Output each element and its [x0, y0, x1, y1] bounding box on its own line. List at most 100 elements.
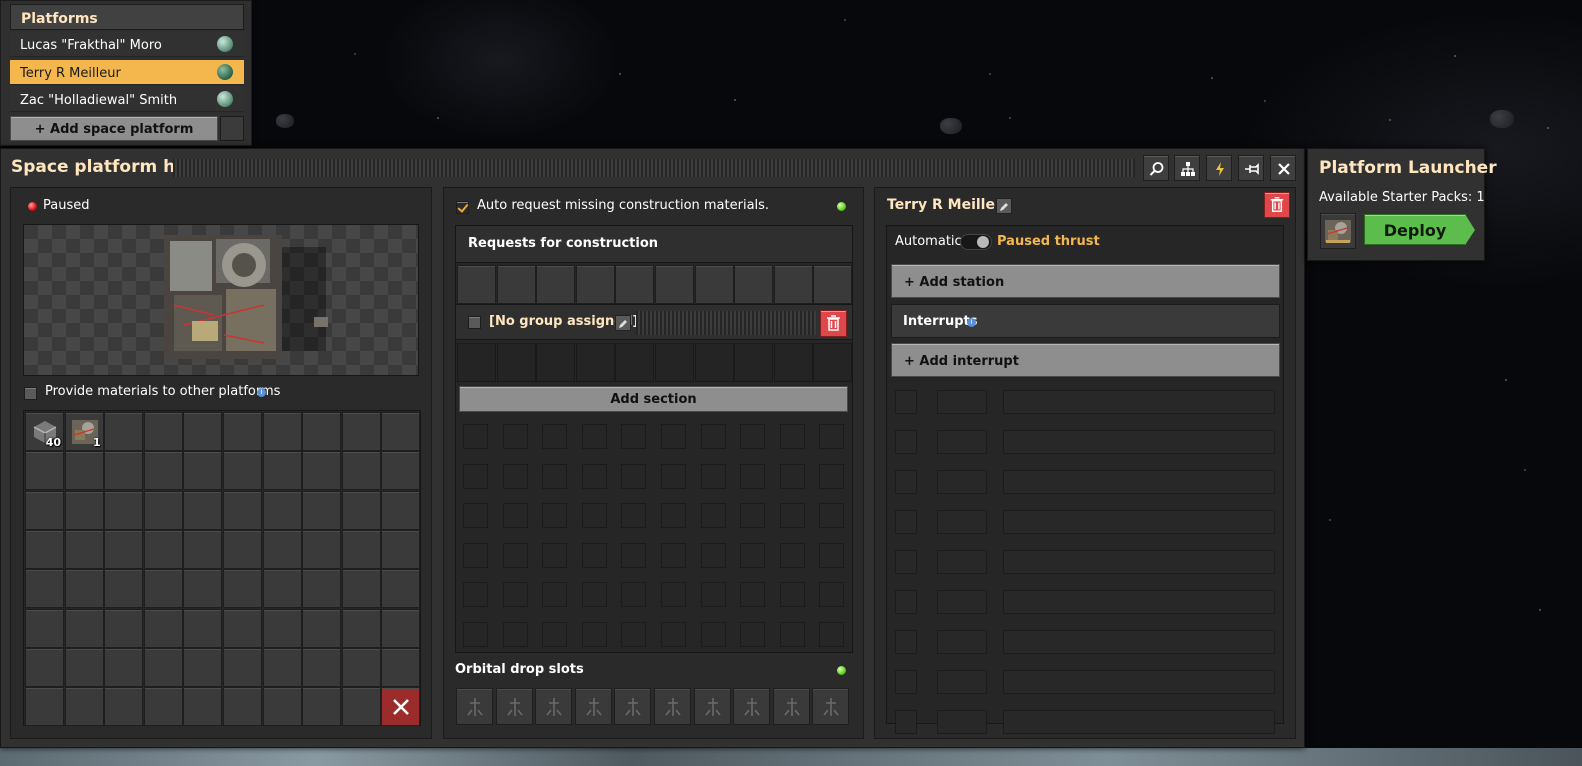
inventory-slot[interactable]	[25, 451, 64, 491]
pin-button[interactable]	[1238, 155, 1264, 181]
inventory-slot[interactable]	[64, 529, 104, 569]
inventory-slot[interactable]	[302, 490, 342, 530]
inventory-slot[interactable]	[143, 412, 183, 451]
inventory-slot[interactable]	[302, 451, 342, 491]
request-slot[interactable]	[694, 265, 734, 304]
tech-tree-button[interactable]	[1174, 155, 1200, 181]
inventory-slot[interactable]	[381, 529, 421, 569]
inventory-slot[interactable]	[183, 451, 223, 491]
power-button[interactable]	[1206, 155, 1232, 181]
inventory-slot[interactable]	[104, 490, 144, 530]
inventory-slot[interactable]	[381, 412, 421, 451]
inventory-slot[interactable]	[143, 451, 183, 491]
inventory-slot[interactable]	[104, 529, 144, 569]
trash-slot[interactable]	[381, 687, 421, 727]
inventory-slot[interactable]	[381, 490, 421, 530]
request-slot[interactable]	[813, 265, 853, 304]
inventory-slot[interactable]	[25, 647, 64, 687]
inventory-slot[interactable]	[25, 490, 64, 530]
section-request-slot[interactable]	[575, 343, 615, 382]
request-slot[interactable]	[457, 265, 496, 304]
inventory-slot[interactable]	[183, 529, 223, 569]
inventory-slot[interactable]	[302, 412, 342, 451]
inventory-slot[interactable]	[64, 569, 104, 609]
inventory-slot[interactable]	[223, 569, 262, 609]
request-slot[interactable]	[575, 265, 615, 304]
starter-pack-slot[interactable]	[1320, 213, 1356, 249]
inventory-slot[interactable]	[341, 647, 381, 687]
add-space-platform-button[interactable]: + Add space platform	[10, 116, 218, 141]
inventory-slot[interactable]	[262, 451, 302, 491]
inventory-slot[interactable]: 40	[25, 412, 64, 451]
add-interrupt-button[interactable]: + Add interrupt	[891, 343, 1280, 377]
section-request-slot[interactable]	[496, 343, 536, 382]
inventory-slot[interactable]	[341, 608, 381, 648]
section-request-slot[interactable]	[813, 343, 853, 382]
platform-item-selected[interactable]: Terry R Meilleur	[10, 60, 244, 85]
inventory-slot[interactable]	[64, 608, 104, 648]
orbital-drop-slot[interactable]	[535, 688, 573, 725]
add-platform-options-button[interactable]	[220, 116, 244, 141]
inventory-slot[interactable]	[25, 687, 64, 727]
inventory-slot[interactable]	[262, 412, 302, 451]
inventory-slot[interactable]	[302, 647, 342, 687]
inventory-slot[interactable]	[341, 451, 381, 491]
inventory-slot[interactable]	[381, 608, 421, 648]
inventory-slot[interactable]	[381, 569, 421, 609]
add-station-button[interactable]: + Add station	[891, 264, 1280, 298]
search-button[interactable]	[1143, 155, 1169, 181]
provide-materials-checkbox[interactable]	[24, 387, 37, 400]
section-request-slot[interactable]	[536, 343, 576, 382]
inventory-slot[interactable]	[302, 569, 342, 609]
inventory-slot[interactable]	[341, 687, 381, 727]
window-drag-handle[interactable]	[173, 159, 1135, 177]
inventory-slot[interactable]	[341, 490, 381, 530]
inventory-slot[interactable]	[341, 569, 381, 609]
inventory-slot[interactable]	[223, 687, 262, 727]
request-slot[interactable]	[496, 265, 536, 304]
inventory-slot[interactable]	[223, 529, 262, 569]
request-slot[interactable]	[615, 265, 655, 304]
inventory-slot[interactable]	[25, 529, 64, 569]
inventory-slot[interactable]	[64, 451, 104, 491]
inventory-slot[interactable]	[341, 529, 381, 569]
request-slot[interactable]	[734, 265, 774, 304]
inventory-slot[interactable]	[183, 569, 223, 609]
add-section-button[interactable]: Add section	[459, 386, 848, 412]
inventory-slot[interactable]	[183, 608, 223, 648]
inventory-slot[interactable]	[64, 687, 104, 727]
inventory-slot[interactable]: 1	[64, 412, 104, 451]
section-request-slot[interactable]	[615, 343, 655, 382]
inventory-slot[interactable]	[104, 608, 144, 648]
rename-platform-button[interactable]	[996, 198, 1012, 214]
inventory-slot[interactable]	[64, 490, 104, 530]
platform-item[interactable]: Zac "Holladiewal" Smith	[10, 87, 244, 112]
orbital-drop-slot[interactable]	[812, 688, 850, 725]
inventory-slot[interactable]	[143, 647, 183, 687]
inventory-slot[interactable]	[341, 412, 381, 451]
auto-request-checkbox[interactable]	[456, 201, 469, 214]
section-request-slot[interactable]	[694, 343, 734, 382]
section-active-checkbox[interactable]	[468, 316, 481, 329]
inventory-slot[interactable]	[223, 647, 262, 687]
inventory-slot[interactable]	[104, 451, 144, 491]
inventory-slot[interactable]	[104, 412, 144, 451]
inventory-slot[interactable]	[302, 608, 342, 648]
orbital-drop-slot[interactable]	[733, 688, 771, 725]
inventory-slot[interactable]	[262, 687, 302, 727]
inventory-slot[interactable]	[143, 490, 183, 530]
request-slot[interactable]	[773, 265, 813, 304]
section-drag-handle[interactable]	[636, 311, 816, 335]
automatic-toggle[interactable]	[960, 234, 992, 250]
delete-section-button[interactable]	[820, 310, 847, 337]
inventory-slot[interactable]	[302, 687, 342, 727]
orbital-drop-slot[interactable]	[574, 688, 612, 725]
inventory-slot[interactable]	[302, 529, 342, 569]
request-slot[interactable]	[536, 265, 576, 304]
info-icon[interactable]: i	[967, 318, 976, 327]
inventory-slot[interactable]	[262, 490, 302, 530]
inventory-slot[interactable]	[143, 529, 183, 569]
inventory-slot[interactable]	[223, 490, 262, 530]
orbital-drop-slot[interactable]	[693, 688, 731, 725]
inventory-slot[interactable]	[262, 529, 302, 569]
